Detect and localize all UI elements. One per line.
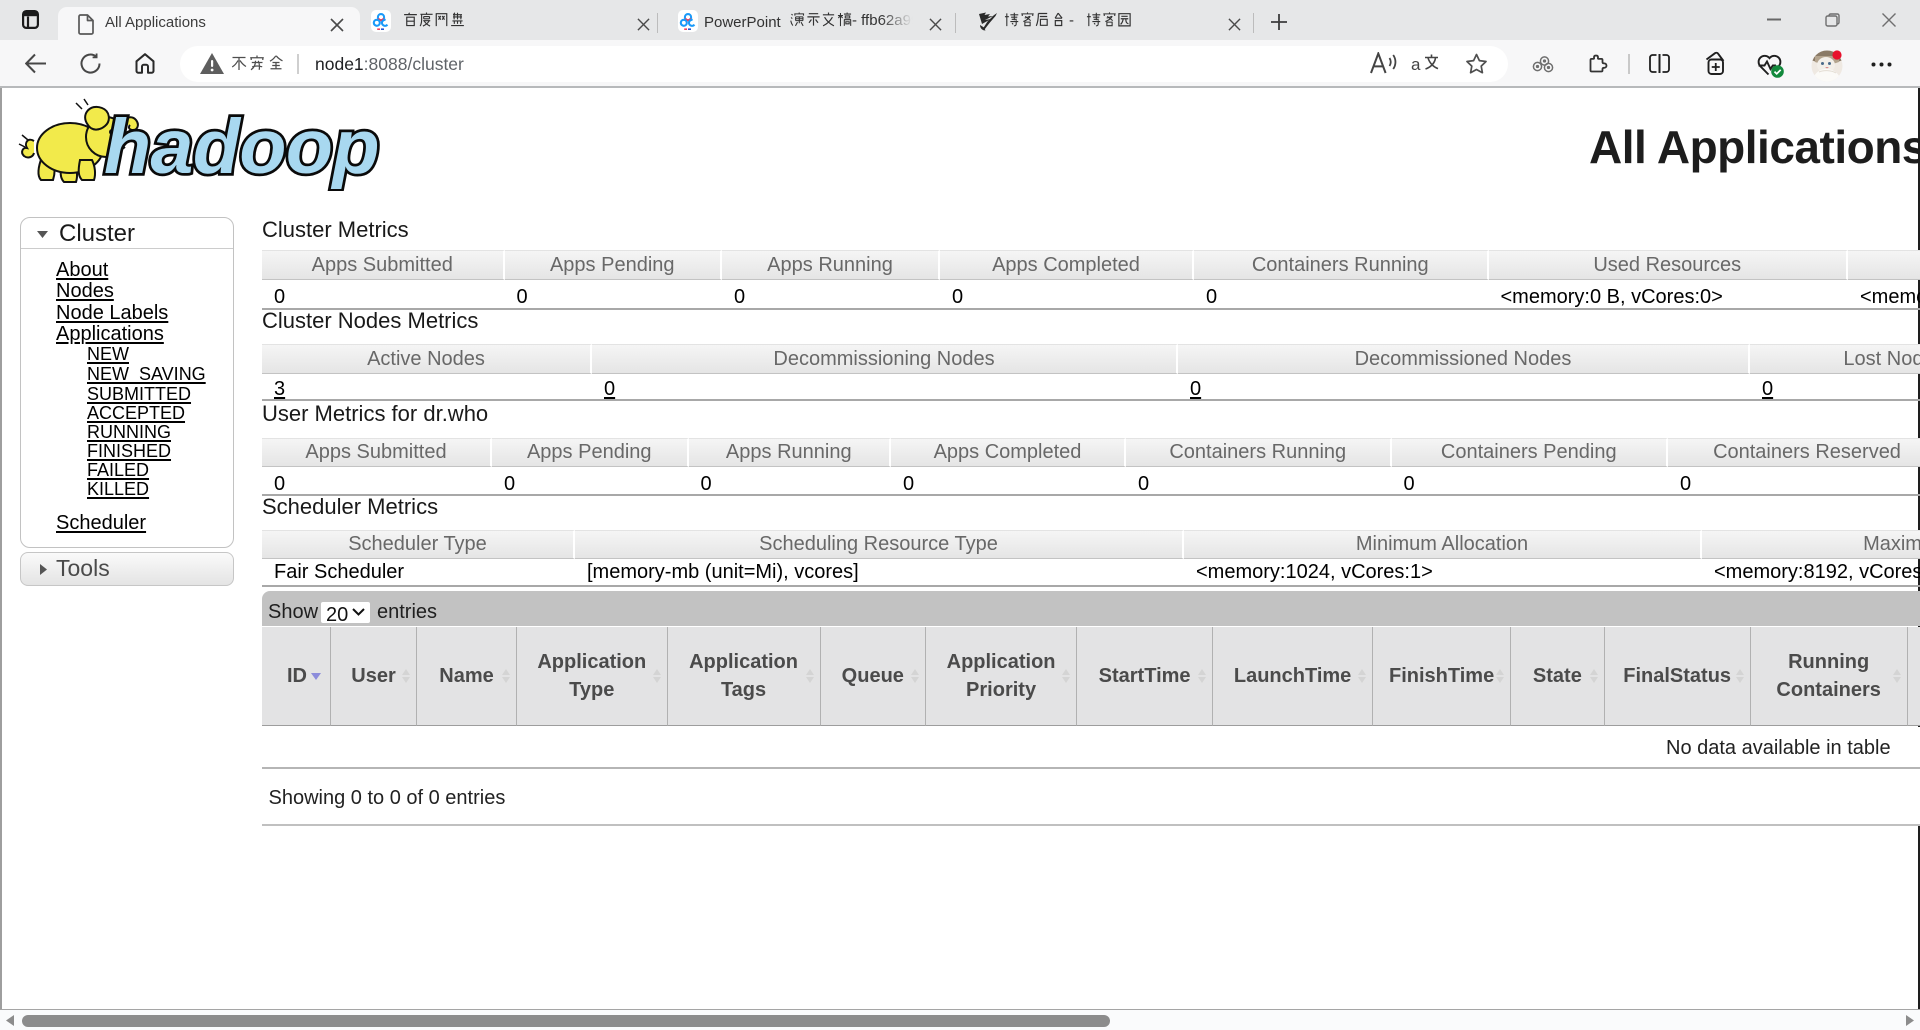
svg-text:hadoop: hadoop <box>104 104 379 190</box>
